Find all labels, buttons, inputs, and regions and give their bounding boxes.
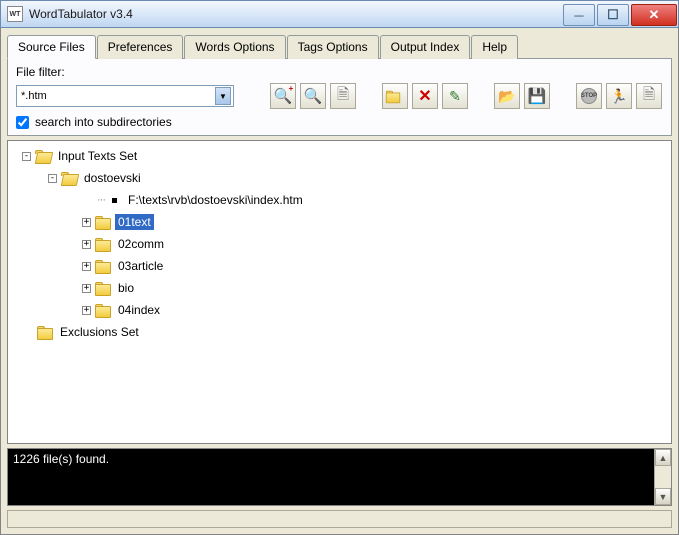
expander-icon[interactable]: + [82,240,91,249]
window-titlebar: WT WordTabulator v3.4 ─ ☐ ✕ [0,0,679,28]
save-button[interactable]: 💾 [524,83,550,109]
folder-icon [95,216,111,229]
subdirs-label: search into subdirectories [35,115,172,129]
tree-root-input-texts[interactable]: - Input Texts Set [8,145,671,167]
window-title: WordTabulator v3.4 [29,7,562,21]
tree-label: Input Texts Set [55,148,140,164]
scroll-down-icon[interactable]: ▼ [655,488,671,505]
search-file-button[interactable]: 🔍 [300,83,326,109]
new-folder-button[interactable] [382,83,408,109]
tree-label: 04index [115,302,163,318]
add-file-button[interactable]: 🔍 [270,83,296,109]
search-icon: 🔍 [304,87,323,105]
close-button[interactable]: ✕ [631,4,677,26]
scroll-up-icon[interactable]: ▲ [655,449,671,466]
expander-icon[interactable]: - [48,174,57,183]
tree-folder-dostoevski[interactable]: - dostoevski [8,167,671,189]
file-filter-value: *.htm [21,90,215,102]
tree-label: bio [115,280,137,296]
folder-icon [37,326,53,339]
subdirs-checkbox[interactable] [16,116,29,129]
file-filter-label: File filter: [16,65,663,79]
folder-icon [95,282,111,295]
open-button[interactable]: 📂 [494,83,520,109]
folder-icon [95,238,111,251]
tree-file-index[interactable]: ··· F:\texts\rvb\dostoevski\index.htm [8,189,671,211]
app-icon: WT [7,6,23,22]
minimize-button[interactable]: ─ [563,4,595,26]
file-tree[interactable]: - Input Texts Set - dostoevski ··· F:\te… [7,140,672,444]
main-frame: Source Files Preferences Words Options T… [0,28,679,535]
bottom-status-bar [7,510,672,528]
tree-label: 03article [115,258,166,274]
file-bullet-icon [112,198,117,203]
search-doc-icon: 🗎 [337,84,349,109]
tab-source-files[interactable]: Source Files [7,35,96,59]
search-doc-button[interactable]: 🗎 [330,83,356,109]
tree-label: Exclusions Set [57,324,142,340]
tree-folder-item[interactable]: + bio [8,277,671,299]
expander-icon[interactable]: + [82,262,91,271]
clear-button[interactable]: ✎ [442,83,468,109]
expander-icon[interactable]: - [22,152,31,161]
open-folder-icon: 📂 [498,88,515,105]
expander-icon[interactable]: + [82,218,91,227]
export-button[interactable]: 🗎 [636,83,662,109]
save-icon: 💾 [528,87,547,105]
subdirs-checkbox-row: search into subdirectories [16,115,663,129]
tree-label: F:\texts\rvb\dostoevski\index.htm [125,192,306,208]
chevron-down-icon[interactable]: ▼ [215,87,231,105]
maximize-button[interactable]: ☐ [597,4,629,26]
export-icon: 🗎 [643,84,655,109]
console-scrollbar[interactable]: ▲ ▼ [654,449,671,505]
toolbar-panel: File filter: *.htm ▼ 🔍 🔍 🗎 ✕ ✎ 📂 💾 STOP … [7,59,672,136]
expander-icon[interactable]: + [82,306,91,315]
tab-tags-options[interactable]: Tags Options [287,35,379,59]
tab-preferences[interactable]: Preferences [97,35,184,59]
folder-open-icon [61,172,77,185]
expander-icon[interactable]: + [82,284,91,293]
folder-icon [95,260,111,273]
delete-icon: ✕ [418,86,431,106]
folder-open-icon [35,150,51,163]
tree-connector: ··· [97,194,105,206]
status-console: 1226 file(s) found. ▲ ▼ [7,448,672,506]
tree-label: 02comm [115,236,167,252]
search-plus-icon: 🔍 [274,87,293,105]
toolbar-row: *.htm ▼ 🔍 🔍 🗎 ✕ ✎ 📂 💾 STOP 🏃 🗎 [16,83,663,109]
tree-folder-item[interactable]: + 04index [8,299,671,321]
tab-bar: Source Files Preferences Words Options T… [7,34,672,59]
broom-icon: ✎ [449,88,461,105]
file-filter-combo[interactable]: *.htm ▼ [16,85,234,107]
tab-words-options[interactable]: Words Options [184,35,285,59]
tree-label: dostoevski [81,170,144,186]
window-buttons: ─ ☐ ✕ [562,1,678,27]
tree-root-exclusions[interactable]: Exclusions Set [8,321,671,343]
stop-icon: STOP [581,88,597,104]
tree-folder-item[interactable]: + 03article [8,255,671,277]
tree-folder-item[interactable]: + 01text [8,211,671,233]
person-go-icon: 🏃 [610,88,627,105]
delete-button[interactable]: ✕ [412,83,438,109]
tab-help[interactable]: Help [471,35,518,59]
stop-button[interactable]: STOP [576,83,602,109]
tab-output-index[interactable]: Output Index [380,35,471,59]
tree-label: 01text [115,214,154,230]
folder-icon [95,304,111,317]
status-message: 1226 file(s) found. [13,452,109,466]
tree-folder-item[interactable]: + 02comm [8,233,671,255]
folder-icon [386,90,400,102]
go-button[interactable]: 🏃 [606,83,632,109]
